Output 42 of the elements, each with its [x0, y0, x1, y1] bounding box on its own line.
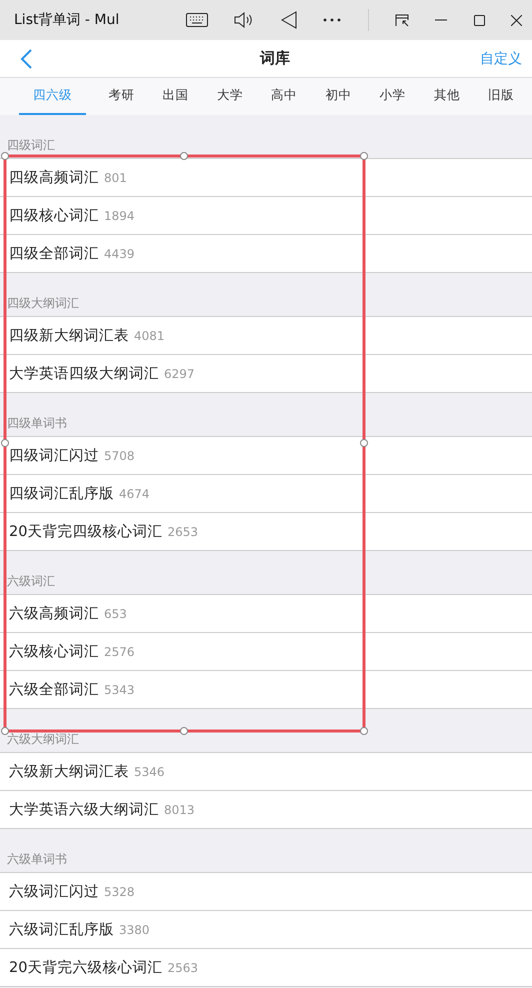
- close-icon[interactable]: [511, 14, 522, 26]
- section-header: 六级大纲词汇: [7, 731, 79, 748]
- speaker-icon[interactable]: [234, 11, 254, 29]
- minimize-icon[interactable]: [435, 19, 448, 21]
- keyboard-icon[interactable]: [186, 13, 208, 27]
- section-header: 六级单词书: [7, 851, 67, 868]
- page-title: 词库: [260, 49, 290, 68]
- tab[interactable]: 小学: [374, 78, 412, 115]
- list-item[interactable]: 四级新大纲词汇表 4081: [0, 317, 532, 355]
- snap-window-icon[interactable]: [394, 14, 409, 26]
- maximize-icon[interactable]: [474, 14, 485, 26]
- list-item[interactable]: 大学英语六级大纲词汇 8013: [0, 791, 532, 829]
- back-icon[interactable]: [20, 48, 32, 68]
- tab[interactable]: 其他: [428, 78, 466, 115]
- list-item[interactable]: 四级全部词汇 4439: [0, 235, 532, 273]
- list-item[interactable]: 六级词汇乱序版 3380: [0, 911, 532, 949]
- selection-frame[interactable]: [1, 152, 368, 735]
- tab[interactable]: 出国: [156, 78, 194, 115]
- window-title: List背单词 - Mul: [13, 11, 120, 29]
- tab[interactable]: 高中: [265, 78, 303, 115]
- list-item[interactable]: 六级核心词汇 2576: [0, 633, 532, 671]
- list-item[interactable]: 四级核心词汇 1894: [0, 197, 532, 235]
- list-item[interactable]: 四级词汇乱序版 4674: [0, 475, 532, 513]
- list-item[interactable]: 四级高频词汇 801: [0, 159, 532, 197]
- tab[interactable]: 初中: [319, 78, 358, 115]
- list-item[interactable]: 四级词汇闪过 5708: [0, 437, 532, 475]
- list-item[interactable]: 六级全部词汇 5343: [0, 671, 532, 709]
- section-header: 六级词汇: [7, 573, 55, 590]
- list-item[interactable]: 大学英语四级大纲词汇 6297: [0, 355, 532, 393]
- list-item[interactable]: 六级新大纲词汇表 5346: [0, 753, 532, 791]
- more-icon[interactable]: [323, 18, 342, 22]
- tab[interactable]: 考研: [102, 78, 140, 115]
- list-item[interactable]: 20天背完六级核心词汇 2563: [0, 949, 532, 987]
- list-item[interactable]: 20天背完四级核心词汇 2653: [0, 513, 532, 551]
- back-triangle-icon[interactable]: [280, 11, 297, 29]
- list-item[interactable]: 六级高频词汇 653: [0, 595, 532, 633]
- section-header: 四级大纲词汇: [7, 295, 79, 312]
- section-header: 四级单词书: [7, 415, 67, 432]
- list-item[interactable]: 六级词汇闪过 5328: [0, 873, 532, 911]
- tab[interactable]: 大学: [210, 78, 249, 115]
- tab[interactable]: 旧版: [482, 78, 520, 115]
- section-header: 四级词汇: [7, 137, 55, 154]
